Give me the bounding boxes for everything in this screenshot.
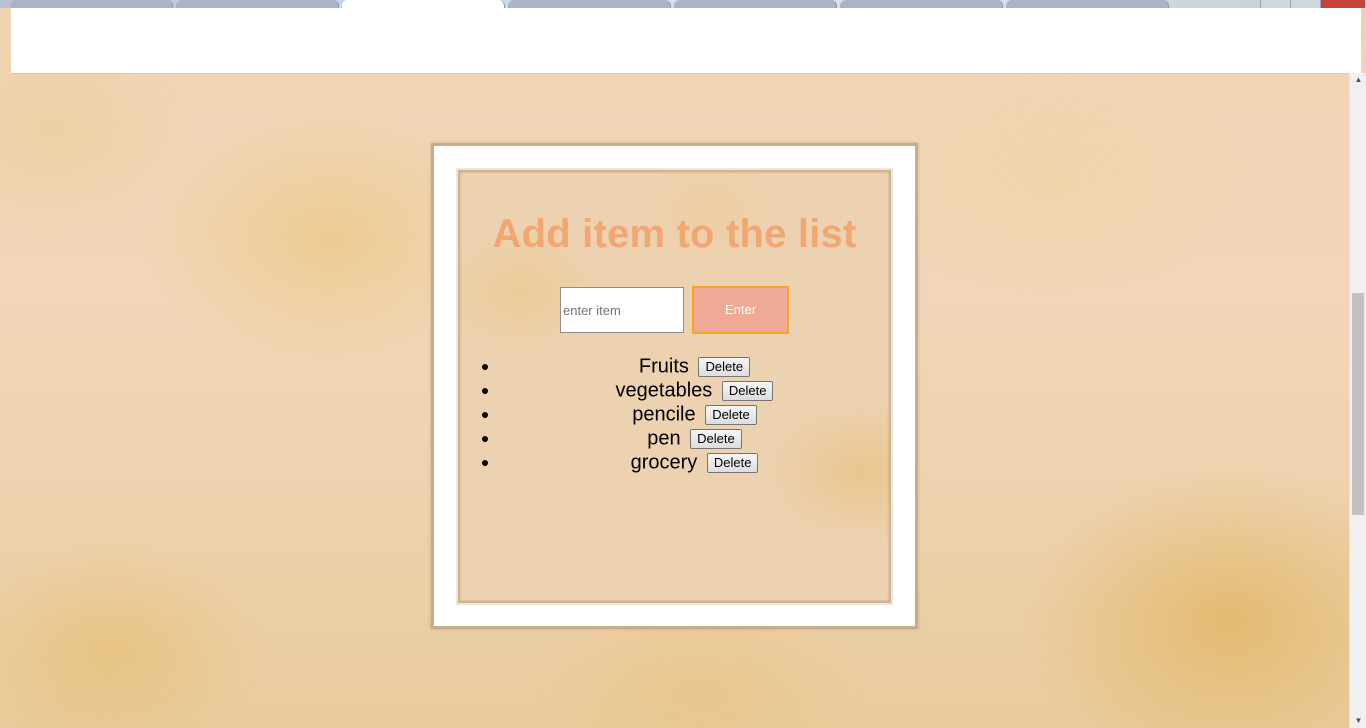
browser-tab[interactable]: [674, 0, 837, 8]
scrollbar-thumb[interactable]: [1352, 293, 1364, 515]
scroll-up-arrow-icon[interactable]: ▲: [1350, 73, 1366, 87]
delete-button[interactable]: Delete: [690, 428, 742, 449]
browser-tab-strip: [0, 0, 1366, 8]
browser-tab[interactable]: [1006, 0, 1169, 8]
item-list: Fruits Delete vegetables Delete pencile …: [460, 354, 889, 474]
scroll-down-arrow-icon[interactable]: ▼: [1350, 714, 1366, 728]
list-item: grocery Delete: [500, 450, 889, 474]
delete-button[interactable]: Delete: [706, 452, 759, 473]
browser-tab[interactable]: [508, 0, 671, 8]
list-card-panel: Add item to the list Enter Fruits Delete…: [458, 170, 891, 603]
vertical-scrollbar[interactable]: ▲ ▼: [1349, 73, 1366, 728]
page-title: Add item to the list: [492, 212, 857, 256]
list-item-label: pen: [647, 427, 681, 450]
list-card: Add item to the list Enter Fruits Delete…: [431, 143, 918, 629]
list-item-label: vegetables: [615, 379, 713, 402]
list-item: vegetables Delete: [500, 378, 889, 402]
enter-button[interactable]: Enter: [692, 286, 789, 334]
list-item: pen Delete: [500, 426, 889, 450]
list-item-label: grocery: [630, 451, 698, 474]
browser-tab[interactable]: [10, 0, 173, 8]
browser-tab-active[interactable]: [342, 0, 505, 8]
list-item: pencile Delete: [500, 402, 889, 426]
item-input[interactable]: [560, 287, 684, 333]
browser-address-bar[interactable]: [11, 8, 1361, 73]
delete-button[interactable]: Delete: [698, 356, 751, 377]
browser-tab[interactable]: [176, 0, 339, 8]
window-restore-button[interactable]: [1260, 0, 1291, 8]
list-item-label: pencile: [632, 403, 696, 426]
window-maximize-button[interactable]: [1290, 0, 1321, 8]
browser-tab[interactable]: [840, 0, 1003, 8]
list-item: Fruits Delete: [500, 354, 889, 378]
list-item-label: Fruits: [638, 355, 689, 378]
delete-button[interactable]: Delete: [721, 380, 774, 401]
window-close-button[interactable]: [1320, 0, 1365, 8]
delete-button[interactable]: Delete: [705, 404, 757, 425]
